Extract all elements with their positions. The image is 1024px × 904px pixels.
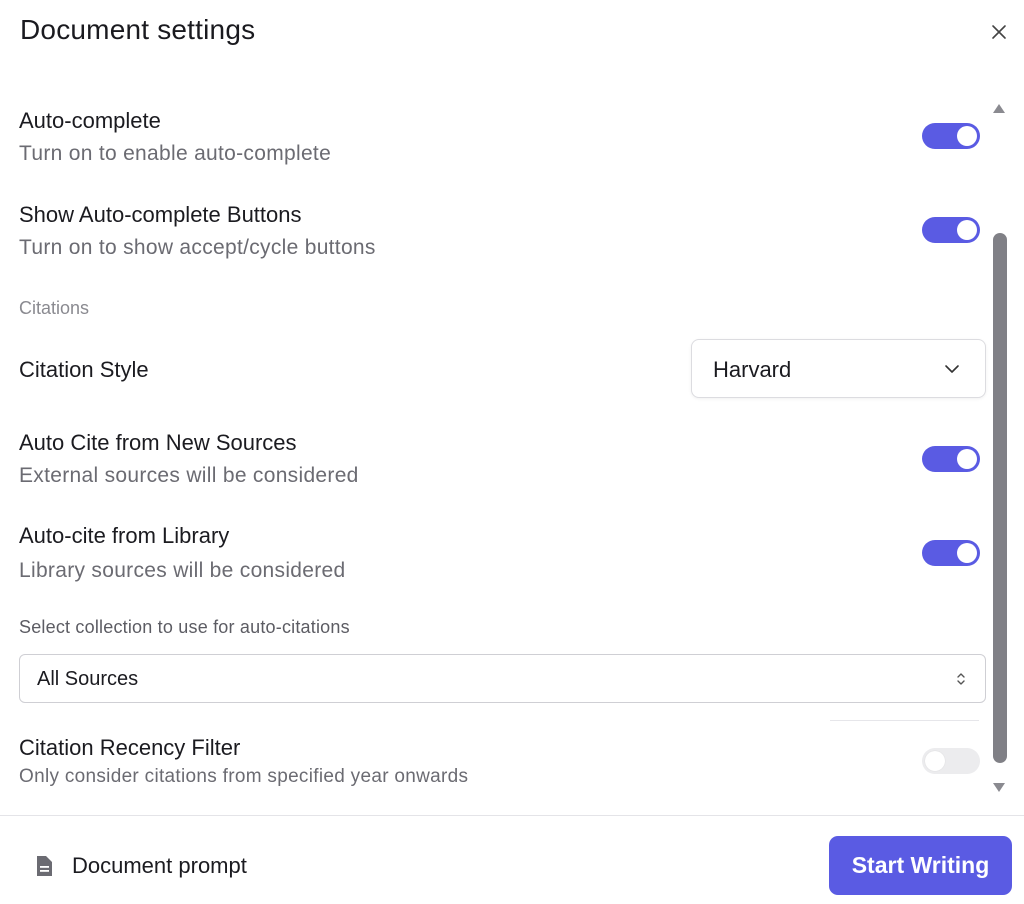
auto-cite-new-description: External sources will be considered [19, 464, 359, 487]
scroll-up-arrow-icon[interactable] [991, 102, 1007, 114]
document-prompt-label: Document prompt [72, 853, 247, 878]
document-prompt-button[interactable]: Document prompt [34, 848, 247, 884]
divider [830, 720, 979, 721]
footer-divider [0, 815, 1024, 816]
auto-cite-new-title: Auto Cite from New Sources [19, 430, 297, 455]
autocomplete-title: Auto-complete [19, 108, 161, 133]
document-icon [37, 856, 52, 876]
citations-section-label: Citations [19, 298, 90, 318]
updown-chevron-icon [957, 673, 965, 685]
chevron-down-icon [945, 365, 959, 373]
citation-style-label: Citation Style [19, 357, 149, 382]
auto-cite-library-title: Auto-cite from Library [19, 523, 230, 548]
autocomplete-buttons-title: Show Auto-complete Buttons [19, 202, 302, 227]
toggle-knob [925, 751, 945, 771]
dialog-title: Document settings [20, 14, 256, 45]
autocomplete-description: Turn on to enable auto-complete [19, 142, 332, 165]
collection-value: All Sources [37, 668, 139, 690]
citation-style-select[interactable]: Harvard [691, 339, 986, 398]
toggle-knob [957, 126, 977, 146]
collection-select[interactable]: All Sources [19, 654, 986, 703]
recency-filter-title: Citation Recency Filter [19, 735, 241, 760]
auto-cite-library-toggle[interactable] [922, 540, 980, 566]
toggle-knob [957, 449, 977, 469]
scrollbar-thumb[interactable] [993, 233, 1007, 763]
recency-filter-description: Only consider citations from specified y… [19, 766, 469, 787]
citation-style-value: Harvard [713, 357, 792, 382]
toggle-knob [957, 220, 977, 240]
auto-cite-library-description: Library sources will be considered [19, 559, 346, 582]
recency-filter-toggle[interactable] [922, 748, 980, 774]
autocomplete-buttons-toggle[interactable] [922, 217, 980, 243]
autocomplete-toggle[interactable] [922, 123, 980, 149]
start-writing-button[interactable]: Start Writing [829, 836, 1012, 895]
collection-label: Select collection to use for auto-citati… [19, 617, 350, 637]
document-settings-dialog: Document settings Auto-complete Turn on … [0, 0, 1024, 904]
close-button[interactable] [986, 19, 1012, 45]
close-icon [992, 25, 1006, 39]
autocomplete-buttons-description: Turn on to show accept/cycle buttons [19, 236, 376, 259]
toggle-knob [957, 543, 977, 563]
auto-cite-new-toggle[interactable] [922, 446, 980, 472]
scroll-down-arrow-icon[interactable] [991, 782, 1007, 794]
